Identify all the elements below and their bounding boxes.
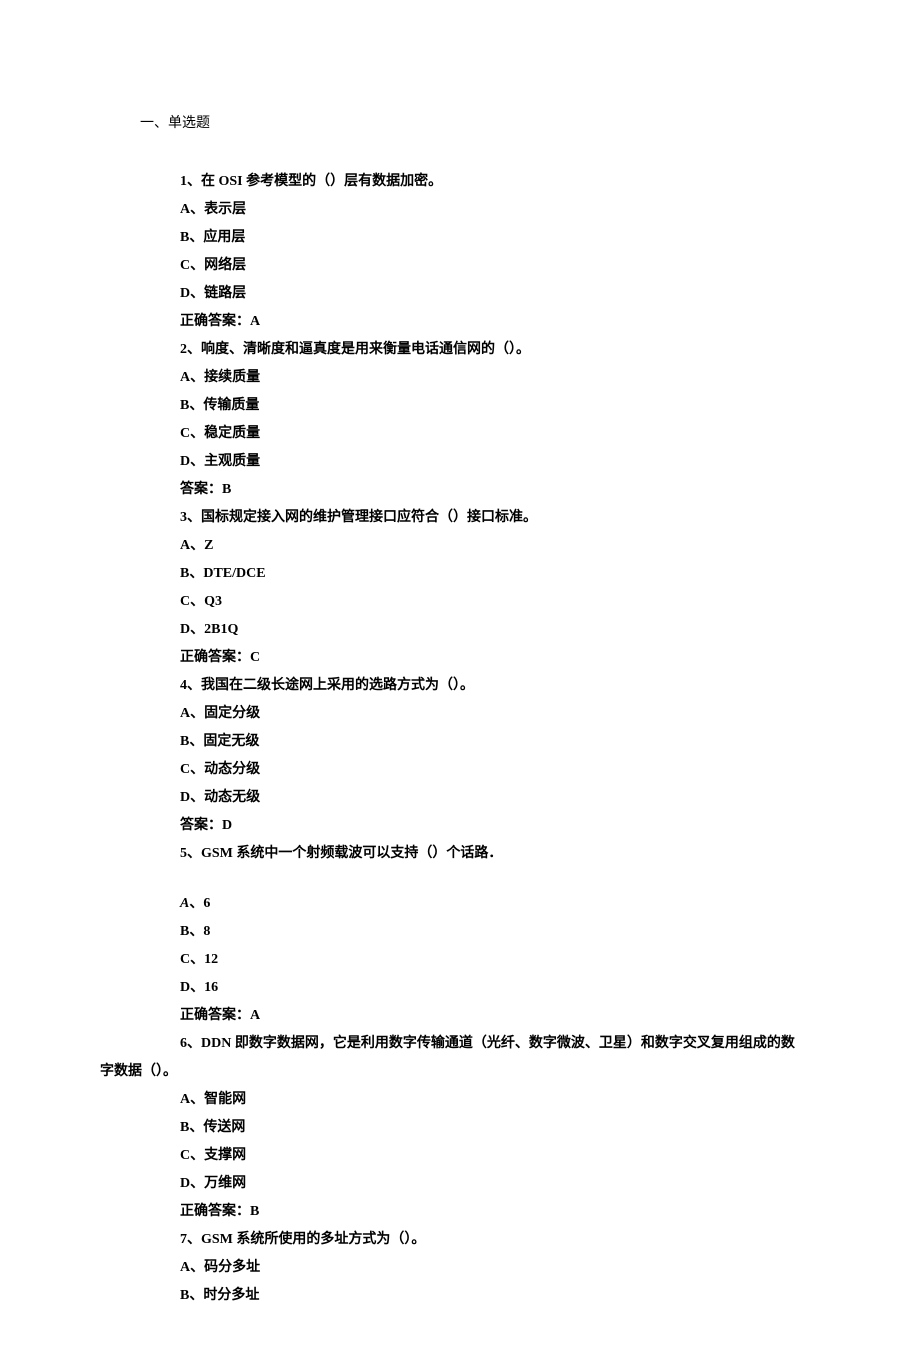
question-7: 7、GSM 系统所使用的多址方式为（）。 A、码分多址 B、时分多址 — [180, 1226, 820, 1310]
option-a: A、固定分级 — [180, 700, 820, 728]
option-d: D、动态无级 — [180, 784, 820, 812]
question-6: 6、DDN 即数字数据网，它是利用数字传输通道（光纤、数字微波、卫星）和数字交叉… — [100, 1030, 820, 1226]
option-a: A、表示层 — [180, 196, 820, 224]
section-title: 一、单选题 — [140, 110, 820, 138]
answer: 正确答案：A — [180, 308, 820, 336]
option-d: D、主观质量 — [180, 448, 820, 476]
option-b: B、固定无级 — [180, 728, 820, 756]
option-d: D、2B1Q — [180, 616, 820, 644]
option-c: C、Q3 — [180, 588, 820, 616]
question-stem: 4、我国在二级长途网上采用的选路方式为（）。 — [180, 672, 820, 700]
answer: 正确答案：A — [180, 1002, 820, 1030]
option-b: B、传输质量 — [180, 392, 820, 420]
question-stem: 2、响度、清晰度和逼真度是用来衡量电话通信网的（）。 — [180, 336, 820, 364]
option-a: A、6 — [180, 890, 820, 918]
option-c: C、支撑网 — [180, 1142, 820, 1170]
blank-gap — [180, 868, 820, 890]
option-d: D、万维网 — [180, 1170, 820, 1198]
option-a-label: A — [180, 896, 189, 911]
option-b: B、8 — [180, 918, 820, 946]
question-1: 1、在 OSI 参考模型的（）层有数据加密。 A、表示层 B、应用层 C、网络层… — [180, 168, 820, 336]
option-d: D、链路层 — [180, 280, 820, 308]
option-d: D、16 — [180, 974, 820, 1002]
question-3: 3、国标规定接入网的维护管理接口应符合（）接口标准。 A、Z B、DTE/DCE… — [180, 504, 820, 672]
option-c: C、12 — [180, 946, 820, 974]
question-4: 4、我国在二级长途网上采用的选路方式为（）。 A、固定分级 B、固定无级 C、动… — [180, 672, 820, 840]
option-a: A、接续质量 — [180, 364, 820, 392]
answer: 答案：B — [180, 476, 820, 504]
question-stem: 7、GSM 系统所使用的多址方式为（）。 — [180, 1226, 820, 1254]
question-stem-line2: 字数据（）。 — [100, 1064, 177, 1079]
option-b: B、传送网 — [180, 1114, 820, 1142]
answer: 正确答案：C — [180, 644, 820, 672]
option-b: B、时分多址 — [180, 1282, 820, 1310]
question-2: 2、响度、清晰度和逼真度是用来衡量电话通信网的（）。 A、接续质量 B、传输质量… — [180, 336, 820, 504]
option-a: A、码分多址 — [180, 1254, 820, 1282]
question-stem: 3、国标规定接入网的维护管理接口应符合（）接口标准。 — [180, 504, 820, 532]
answer: 正确答案：B — [180, 1198, 820, 1226]
answer: 答案：D — [180, 812, 820, 840]
question-stem: 1、在 OSI 参考模型的（）层有数据加密。 — [180, 168, 820, 196]
option-a: A、Z — [180, 532, 820, 560]
option-b: B、DTE/DCE — [180, 560, 820, 588]
option-b: B、应用层 — [180, 224, 820, 252]
option-c: C、稳定质量 — [180, 420, 820, 448]
option-a-value: 、6 — [189, 896, 210, 911]
question-5: 5、GSM 系统中一个射频载波可以支持（）个话路． A、6 B、8 C、12 D… — [180, 840, 820, 1030]
option-c: C、动态分级 — [180, 756, 820, 784]
question-stem-line1: 6、DDN 即数字数据网，它是利用数字传输通道（光纤、数字微波、卫星）和数字交叉… — [180, 1036, 795, 1051]
option-a: A、智能网 — [180, 1086, 820, 1114]
question-stem: 5、GSM 系统中一个射频载波可以支持（）个话路． — [180, 840, 820, 868]
option-c: C、网络层 — [180, 252, 820, 280]
